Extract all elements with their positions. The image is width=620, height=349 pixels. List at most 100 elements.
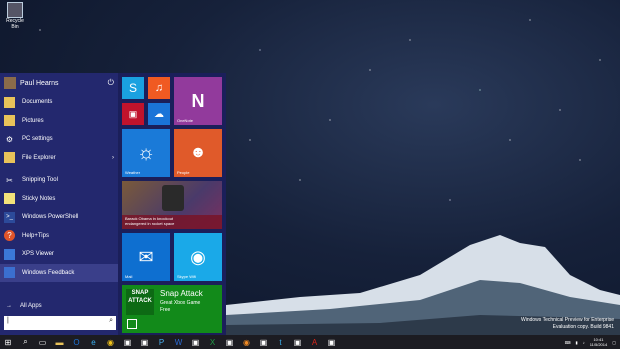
weather-tile[interactable]: ☼ Weather <box>122 129 170 177</box>
desktop-icon-label: Recycle Bin <box>6 18 24 30</box>
task-view-icon[interactable]: ▭ <box>35 336 50 348</box>
app-icon[interactable]: ▣ <box>137 336 152 348</box>
start-item-label: Documents <box>22 99 53 106</box>
outlook-icon[interactable]: O <box>69 336 84 348</box>
all-apps-button[interactable]: → All Apps <box>0 299 118 313</box>
system-tray: ⌨ ▮ ♪ 10:41 11/5/2014 ▢ <box>560 335 616 349</box>
start-item-label: Sticky Notes <box>22 195 56 202</box>
app-icon[interactable]: ▣ <box>256 336 271 348</box>
skype-wifi-tile[interactable]: ◉ Skype Wifi <box>174 233 222 281</box>
start-menu-list: Paul Hearns ⏻ Documents Pictures ⚙ PC set… <box>0 73 118 335</box>
twitter-icon[interactable]: t <box>273 336 288 348</box>
watermark-line: Evaluation copy. Build 9841 <box>552 324 614 330</box>
internet-explorer-icon[interactable]: e <box>86 336 101 348</box>
word-icon[interactable]: W <box>171 336 186 348</box>
evaluation-watermark: Windows Technical Preview for Enterprise… <box>521 317 614 331</box>
app-icon[interactable]: ▣ <box>290 336 305 348</box>
recycle-bin-icon <box>7 2 23 18</box>
power-icon[interactable]: ⏻ <box>108 78 114 88</box>
firefox-icon[interactable]: ◉ <box>239 336 254 348</box>
start-item-pictures[interactable]: Pictures <box>0 112 118 131</box>
feedback-icon <box>4 267 15 279</box>
start-item-documents[interactable]: Documents <box>0 93 118 112</box>
folder-icon <box>4 96 15 108</box>
notifications-icon[interactable]: ▢ <box>612 340 616 345</box>
excel-icon[interactable]: X <box>205 336 220 348</box>
keyboard-icon[interactable]: ⌨ <box>565 340 571 345</box>
app-icon[interactable]: ▣ <box>120 336 135 348</box>
folder-icon <box>4 152 15 164</box>
app-icon[interactable]: ▣ <box>324 336 339 348</box>
news-caption: Barack Obama in knockout endangered in r… <box>122 215 222 229</box>
onedrive-tile[interactable]: ☁ <box>148 103 170 125</box>
people-tile[interactable]: ☻ People <box>174 129 222 177</box>
photoshop-icon[interactable]: P <box>154 336 169 348</box>
video-icon: ▣ <box>128 108 138 119</box>
all-apps-label: All Apps <box>20 303 42 309</box>
start-item-snipping-tool[interactable]: ✂ Snipping Tool <box>0 171 118 190</box>
start-item-label: PC settings <box>22 136 53 143</box>
tile-label: People <box>177 170 190 175</box>
news-image <box>162 185 184 211</box>
tile-label: Weather <box>125 170 141 175</box>
start-item-help-tips[interactable]: ? Help+Tips <box>0 227 118 246</box>
cloud-icon: ☁ <box>154 108 164 120</box>
file-explorer-icon[interactable]: ▬ <box>52 336 67 348</box>
tile-price: Free <box>160 307 171 313</box>
windows-start-icon[interactable]: ⊞ <box>0 336 16 348</box>
recycle-bin-desktop-icon[interactable]: Recycle Bin <box>4 2 26 30</box>
clock-date: 11/5/2014 <box>589 342 608 347</box>
start-item-pc-settings[interactable]: ⚙ PC settings <box>0 130 118 149</box>
onenote-tile[interactable]: N OneNote <box>174 77 222 125</box>
app-icon[interactable]: ▣ <box>222 336 237 348</box>
user-account[interactable]: Paul Hearns ⏻ <box>0 73 118 93</box>
scissors-icon: ✂ <box>6 175 13 185</box>
network-icon[interactable]: ▮ <box>576 340 578 345</box>
text-cursor: | <box>7 317 9 324</box>
help-icon: ? <box>4 230 15 242</box>
start-item-label: Pictures <box>22 117 44 124</box>
arrow-right-icon: → <box>6 303 12 309</box>
headphones-icon: ♫ <box>154 82 164 94</box>
start-menu: Paul Hearns ⏻ Documents Pictures ⚙ PC set… <box>0 73 226 335</box>
start-item-powershell[interactable]: >_ Windows PowerShell <box>0 208 118 227</box>
search-input[interactable]: | ⌕ <box>4 316 116 330</box>
start-item-xps-viewer[interactable]: XPS Viewer <box>0 245 118 264</box>
start-item-label: Snipping Tool <box>22 177 58 184</box>
tile-subtitle: Great Xbox Game <box>160 300 201 306</box>
avatar <box>4 77 16 89</box>
volume-icon[interactable]: ♪ <box>583 340 585 345</box>
news-headline: endangered in rocket space <box>125 221 175 226</box>
clock[interactable]: 10:41 11/5/2014 <box>590 337 608 347</box>
user-name: Paul Hearns <box>20 79 59 87</box>
start-item-windows-feedback[interactable]: Windows Feedback <box>0 263 118 282</box>
note-icon <box>4 193 15 205</box>
mail-tile[interactable]: ✉ Mail <box>122 233 170 281</box>
chevron-right-icon[interactable]: › <box>112 155 114 161</box>
chrome-icon[interactable]: ◉ <box>103 336 118 348</box>
tile-label: OneNote <box>177 118 194 123</box>
start-item-label: Windows Feedback <box>22 269 75 276</box>
pictures-icon <box>4 115 15 127</box>
search-icon[interactable]: ⌕ <box>109 317 113 325</box>
search-icon[interactable]: ⌕ <box>18 336 33 348</box>
tile-title: Snap Attack <box>160 289 203 298</box>
news-tile[interactable]: Barack Obama in knockout endangered in r… <box>122 181 222 229</box>
acrobat-icon[interactable]: A <box>307 336 322 348</box>
start-item-label: XPS Viewer <box>22 251 54 258</box>
terminal-icon: >_ <box>4 211 15 223</box>
watermark-line: Windows Technical Preview for Enterprise <box>520 317 614 323</box>
music-tile[interactable]: ♫ <box>148 77 170 99</box>
skype-icon: S <box>128 81 137 95</box>
start-item-label: Windows PowerShell <box>22 214 79 221</box>
app-icon[interactable]: ▣ <box>188 336 203 348</box>
start-item-file-explorer[interactable]: File Explorer › <box>0 149 118 168</box>
video-tile[interactable]: ▣ <box>122 103 144 125</box>
store-icon <box>127 319 137 329</box>
taskbar: ⊞ ⌕ ▭ ▬ O e ◉ ▣ ▣ P W ▣ X ▣ ◉ ▣ t ▣ A ▣ … <box>0 335 620 349</box>
start-item-label: Help+Tips <box>22 232 49 239</box>
gear-icon: ⚙ <box>5 134 14 144</box>
start-item-sticky-notes[interactable]: Sticky Notes <box>0 190 118 209</box>
skype-tile[interactable]: S <box>122 77 144 99</box>
snap-attack-tile[interactable]: SNAP ATTACK Snap Attack Great Xbox Game F… <box>122 285 222 333</box>
